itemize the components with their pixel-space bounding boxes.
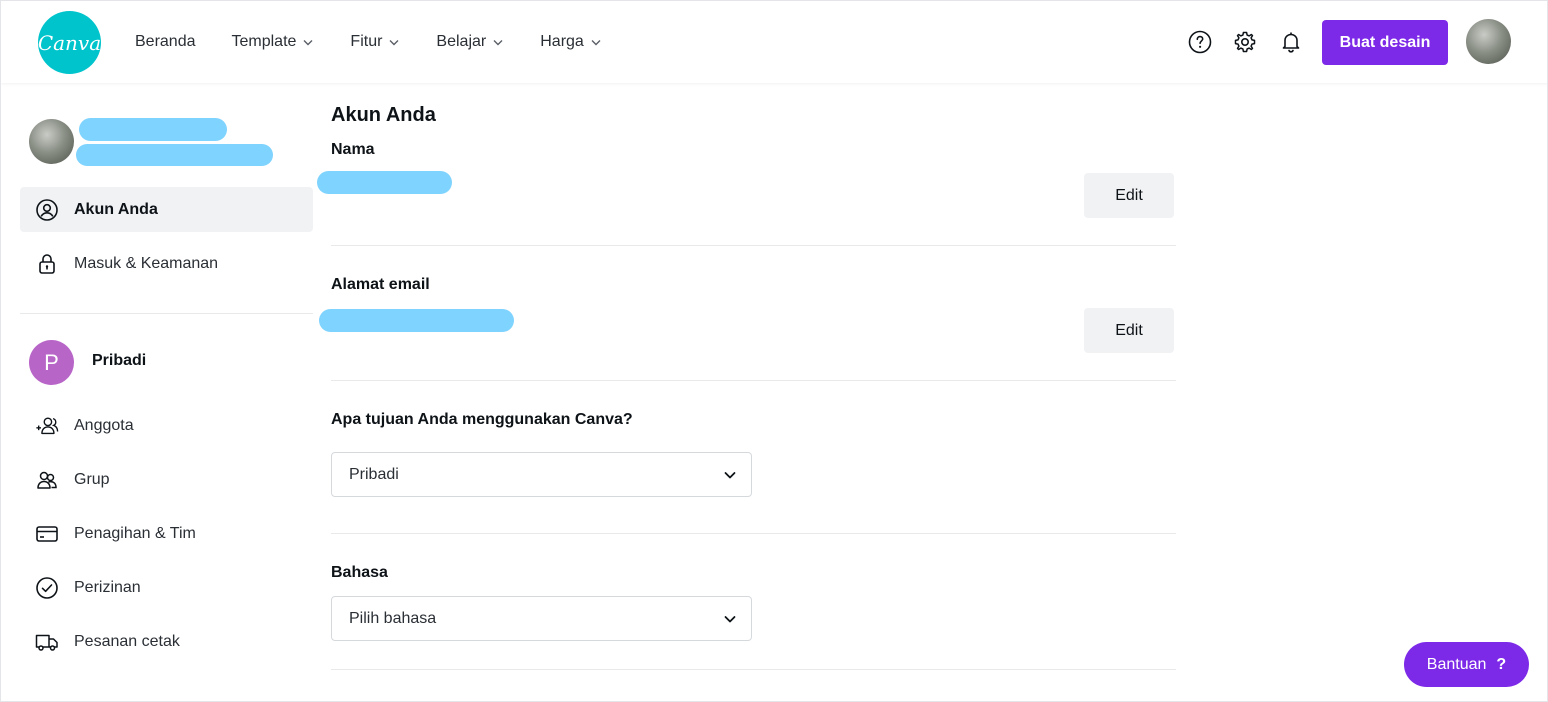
edit-name-button[interactable]: Edit	[1084, 173, 1174, 218]
nav-label: Belajar	[436, 33, 487, 50]
purpose-select[interactable]: Pribadi	[331, 452, 752, 497]
redacted-email	[76, 144, 273, 166]
page-title: Akun Anda	[331, 104, 436, 126]
sidebar-item-label: Masuk & Keamanan	[74, 254, 219, 272]
nav-label: Template	[231, 33, 297, 50]
bell-icon[interactable]	[1279, 30, 1303, 54]
sidebar-item-penagihan-tim[interactable]: Penagihan & Tim	[20, 511, 313, 556]
lock-icon	[35, 252, 59, 276]
nav-fitur[interactable]: Fitur	[350, 32, 400, 52]
sidebar-item-grup[interactable]: Grup	[20, 457, 313, 502]
question-icon: ?	[1496, 655, 1507, 673]
credit-card-icon	[35, 522, 59, 546]
purpose-select-value: Pribadi	[349, 465, 399, 483]
main-nav: Beranda Template Fitur Belajar Harga	[135, 32, 638, 52]
team-badge: P	[29, 340, 74, 385]
sidebar-item-label: Anggota	[74, 416, 134, 434]
language-select[interactable]: Pilih bahasa	[331, 596, 752, 641]
redacted-name-value	[317, 171, 452, 194]
chevron-down-icon	[389, 40, 399, 46]
sidebar-item-perizinan[interactable]: Perizinan	[20, 565, 313, 610]
add-user-icon	[35, 414, 59, 438]
sidebar-item-pesanan-cetak[interactable]: Pesanan cetak	[20, 619, 313, 664]
nav-template[interactable]: Template	[232, 32, 315, 52]
gear-icon[interactable]	[1233, 30, 1257, 54]
language-label: Bahasa	[331, 564, 388, 581]
team-name: Pribadi	[92, 352, 147, 369]
truck-icon	[35, 630, 59, 654]
group-icon	[35, 468, 59, 492]
purpose-label: Apa tujuan Anda menggunakan Canva?	[331, 411, 633, 428]
language-select-value: Pilih bahasa	[349, 609, 437, 627]
nav-beranda[interactable]: Beranda	[135, 32, 196, 52]
help-button[interactable]: Bantuan ?	[1404, 642, 1529, 687]
help-button-label: Bantuan	[1426, 655, 1487, 673]
sidebar-item-label: Akun Anda	[74, 200, 158, 218]
chevron-down-icon	[724, 471, 736, 478]
sidebar-item-label: Perizinan	[74, 578, 141, 596]
check-circle-icon	[35, 576, 59, 600]
create-design-button[interactable]: Buat desain	[1322, 20, 1448, 65]
edit-email-button[interactable]: Edit	[1084, 308, 1174, 353]
name-label: Nama	[331, 141, 375, 158]
redacted-email-value	[319, 309, 514, 332]
section-divider	[331, 380, 1176, 381]
chevron-down-icon	[303, 40, 313, 46]
sidebar-item-masuk-keamanan[interactable]: Masuk & Keamanan	[20, 241, 313, 286]
section-divider	[331, 533, 1176, 534]
nav-label: Fitur	[350, 33, 383, 50]
sidebar-divider	[20, 313, 313, 314]
section-divider	[331, 669, 1176, 670]
chevron-down-icon	[724, 615, 736, 622]
app-window: Canva Beranda Template Fitur Belajar Har…	[0, 0, 1548, 702]
chevron-down-icon	[591, 40, 601, 46]
section-divider	[331, 245, 1176, 246]
sidebar-item-anggota[interactable]: Anggota	[20, 403, 313, 448]
profile-avatar	[29, 119, 74, 164]
canva-logo[interactable]: Canva	[38, 11, 101, 74]
top-bar: Canva Beranda Template Fitur Belajar Har…	[1, 1, 1547, 83]
help-circle-icon[interactable]	[1188, 30, 1212, 54]
chevron-down-icon	[493, 40, 503, 46]
email-label: Alamat email	[331, 276, 430, 293]
nav-label: Harga	[540, 33, 584, 50]
sidebar-item-label: Penagihan & Tim	[74, 524, 196, 542]
nav-label: Beranda	[135, 33, 196, 50]
user-circle-icon	[35, 198, 59, 222]
sidebar-item-akun-anda[interactable]: Akun Anda	[20, 187, 313, 232]
nav-harga[interactable]: Harga	[540, 32, 602, 52]
redacted-username	[79, 118, 227, 141]
avatar[interactable]	[1466, 19, 1511, 64]
nav-belajar[interactable]: Belajar	[436, 32, 504, 52]
sidebar-item-label: Grup	[74, 470, 110, 488]
sidebar-item-label: Pesanan cetak	[74, 632, 180, 650]
